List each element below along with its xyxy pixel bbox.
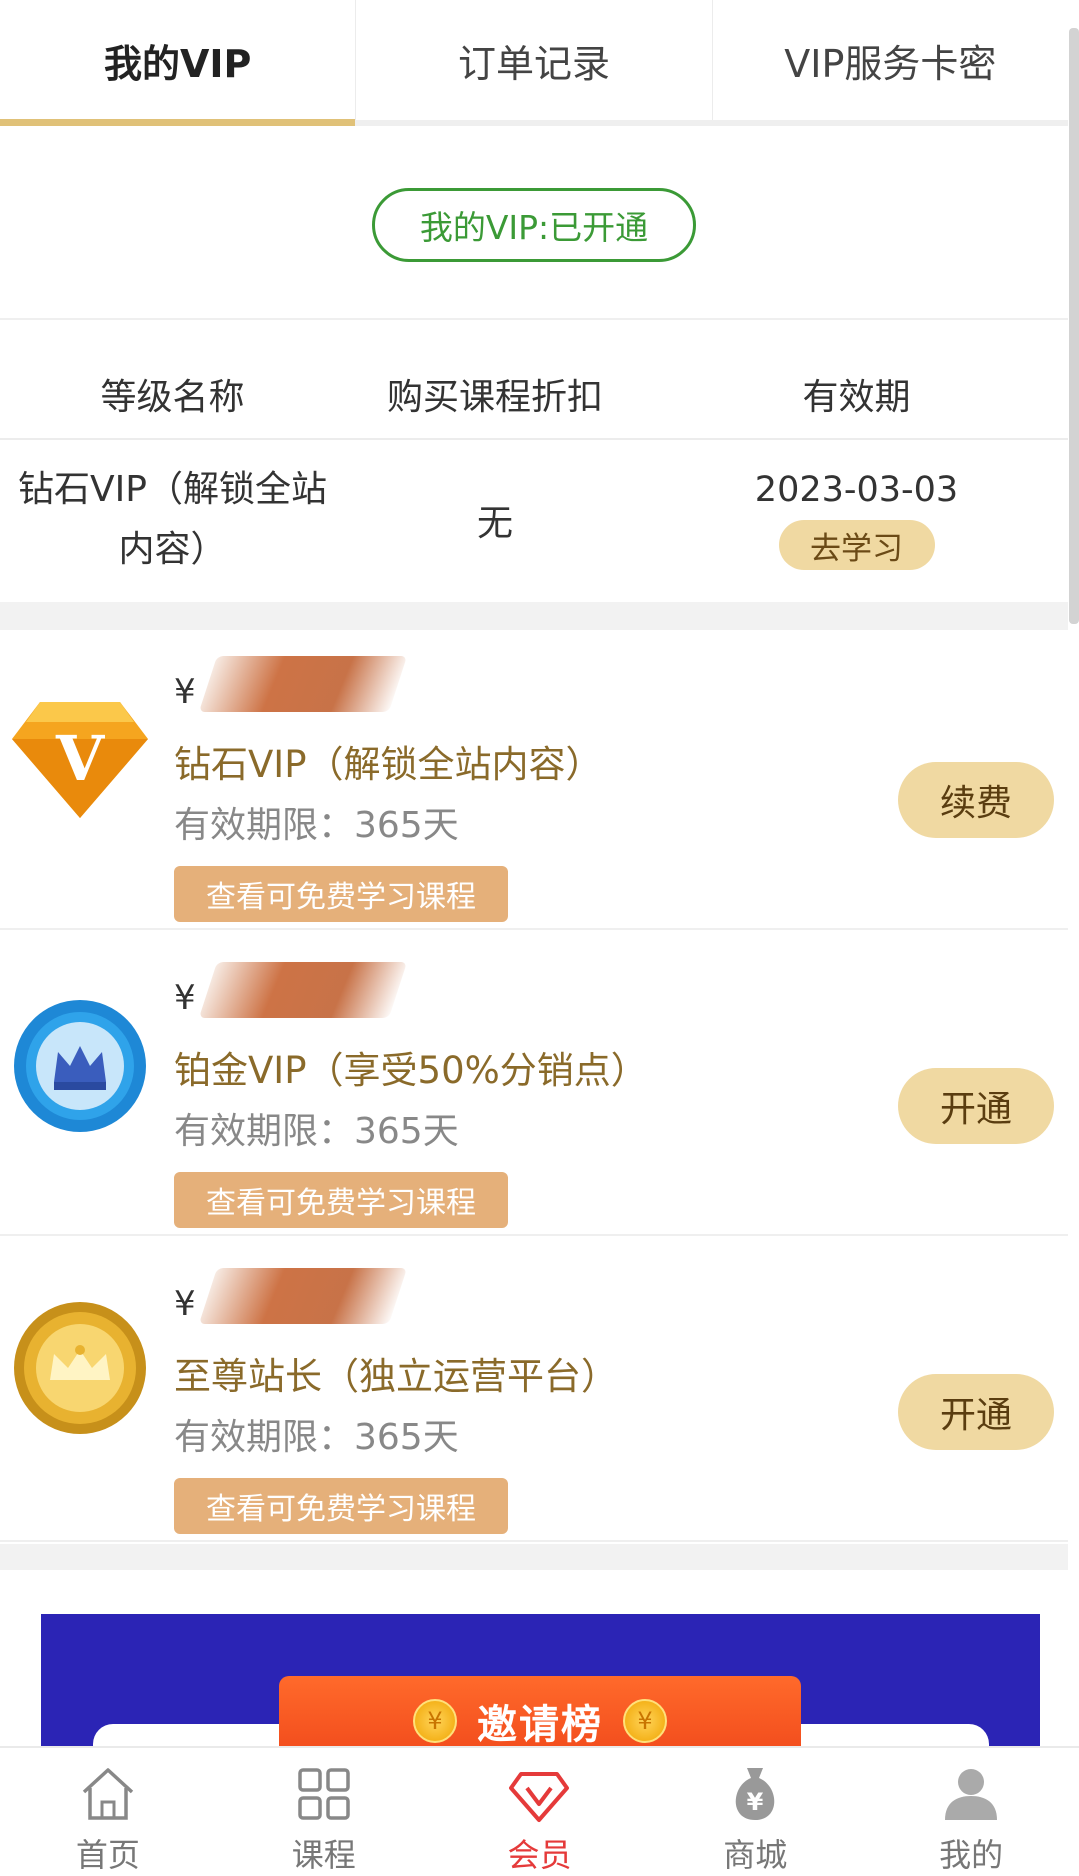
diamond-v-icon: V <box>12 702 148 818</box>
tab-order-records-label: 订单记录 <box>457 41 610 86</box>
nav-mall-label: 商城 <box>723 1836 788 1874</box>
header-valid-period: 有效期 <box>802 377 911 418</box>
nav-vip[interactable]: 会员 <box>432 1748 648 1876</box>
vip-title: 至尊站长（独立运营平台） <box>174 1355 618 1398</box>
gold-crown-medal-icon <box>14 1302 146 1434</box>
view-free-courses-button[interactable]: 查看可免费学习课程 <box>174 1172 508 1228</box>
cell-level-name: 钻石VIP（解锁全站 内容） <box>0 460 345 580</box>
grid-icon <box>297 1768 350 1820</box>
tab-order-records[interactable]: 订单记录 <box>356 0 713 120</box>
cell-discount: 无 <box>476 503 513 544</box>
valid-date: 2023-03-03 <box>754 470 959 510</box>
view-free-courses-button[interactable]: 查看可免费学习课程 <box>174 866 508 922</box>
tab-vip-card-keys-label: VIP服务卡密 <box>784 41 997 86</box>
vip-validity: 有效期限：365天 <box>174 1417 459 1458</box>
price-row: ¥ <box>174 960 407 1020</box>
price-row: ¥ <box>174 654 407 714</box>
level-name-line1: 钻石VIP（解锁全站 <box>18 469 327 510</box>
open-vip-button[interactable]: 开通 <box>898 1374 1054 1450</box>
header-discount: 购买课程折扣 <box>386 377 603 418</box>
go-study-button[interactable]: 去学习 <box>778 520 935 570</box>
tab-vip-card-keys[interactable]: VIP服务卡密 <box>713 0 1068 120</box>
coin-icon: ¥ <box>623 1699 667 1743</box>
nav-mine[interactable]: 我的 <box>863 1748 1079 1876</box>
nav-courses[interactable]: 课程 <box>216 1748 432 1876</box>
vip-level-table: 等级名称 购买课程折扣 有效期 钻石VIP（解锁全站 内容） 无 2023-03… <box>0 322 1068 600</box>
section-divider <box>0 1544 1068 1570</box>
nav-mine-label: 我的 <box>939 1836 1004 1874</box>
invite-ranking-title: 邀请榜 <box>477 1702 603 1746</box>
currency-symbol: ¥ <box>174 978 196 1018</box>
tab-my-vip-label: 我的VIP <box>103 41 252 86</box>
open-vip-button[interactable]: 开通 <box>898 1068 1054 1144</box>
tab-my-vip[interactable]: 我的VIP <box>0 0 357 126</box>
level-name-line2: 内容） <box>118 529 227 570</box>
home-icon <box>82 1768 134 1820</box>
top-tab-bar: 我的VIP 订单记录 VIP服务卡密 <box>0 0 1068 126</box>
invite-ranking-banner[interactable]: ¥ 邀请榜 ¥ <box>41 1614 1040 1746</box>
nav-mall[interactable]: ¥ 商城 <box>647 1748 863 1876</box>
renew-button[interactable]: 续费 <box>898 762 1054 838</box>
user-icon <box>945 1769 998 1820</box>
table-row: 钻石VIP（解锁全站 内容） 无 2023-03-03 去学习 <box>0 440 1068 600</box>
money-bag-icon: ¥ <box>736 1768 775 1820</box>
redacted-price <box>198 656 407 712</box>
bottom-navigation: 首页 课程 会员 ¥ 商城 我的 <box>0 1746 1079 1876</box>
vip-title: 铂金VIP（享受50%分销点） <box>174 1049 648 1092</box>
currency-symbol: ¥ <box>174 1284 196 1324</box>
nav-vip-label: 会员 <box>507 1836 572 1874</box>
vip-validity: 有效期限：365天 <box>174 1111 459 1152</box>
vip-status-badge: 我的VIP:已开通 <box>372 188 696 262</box>
view-free-courses-button[interactable]: 查看可免费学习课程 <box>174 1478 508 1534</box>
vip-status-section: 我的VIP:已开通 <box>0 132 1068 320</box>
invite-ranking-ribbon: ¥ 邀请榜 ¥ <box>279 1676 801 1746</box>
price-row: ¥ <box>174 1266 407 1326</box>
vip-card-platinum: ¥ 铂金VIP（享受50%分销点） 有效期限：365天 查看可免费学习课程 开通 <box>0 936 1068 1236</box>
vip-title: 钻石VIP（解锁全站内容） <box>174 743 603 786</box>
nav-home[interactable]: 首页 <box>0 1748 216 1876</box>
table-header: 等级名称 购买课程折扣 有效期 <box>0 322 1068 440</box>
vip-card-diamond: V ¥ 钻石VIP（解锁全站内容） 有效期限：365天 查看可免费学习课程 续费 <box>0 630 1068 930</box>
vip-validity: 有效期限：365天 <box>174 805 459 846</box>
scrollbar[interactable] <box>1069 28 1079 624</box>
nav-courses-label: 课程 <box>291 1836 356 1874</box>
redacted-price <box>198 1268 407 1324</box>
nav-home-label: 首页 <box>75 1836 140 1874</box>
svg-text:¥: ¥ <box>747 1788 764 1816</box>
vip-card-supreme: ¥ 至尊站长（独立运营平台） 有效期限：365天 查看可免费学习课程 开通 <box>0 1242 1068 1542</box>
currency-symbol: ¥ <box>174 672 196 712</box>
svg-text:V: V <box>55 722 105 795</box>
header-level-name: 等级名称 <box>100 377 245 418</box>
platinum-crown-medal-icon <box>14 1000 146 1132</box>
vip-diamond-icon <box>509 1772 570 1822</box>
redacted-price <box>198 962 407 1018</box>
cell-valid-period: 2023-03-03 去学习 <box>645 470 1068 570</box>
coin-icon: ¥ <box>413 1699 457 1743</box>
section-divider <box>0 602 1068 630</box>
